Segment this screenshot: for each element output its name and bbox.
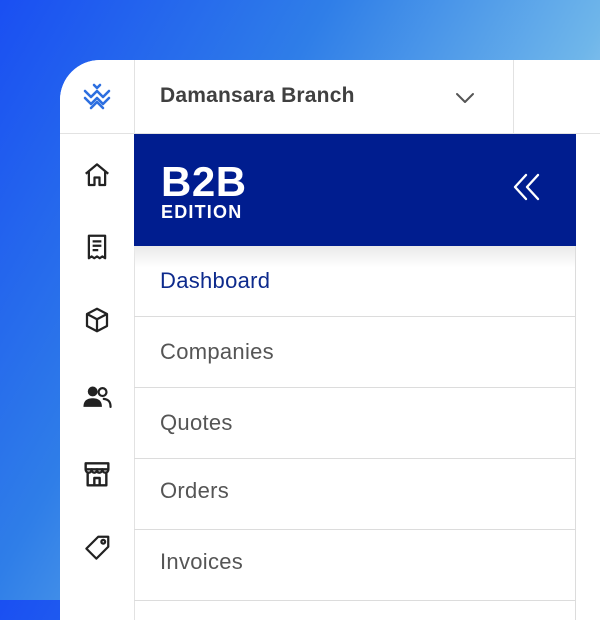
menu-item-label: Companies [160, 339, 274, 364]
menu-item-companies[interactable]: Companies [134, 317, 575, 388]
tag-icon[interactable] [60, 528, 134, 568]
menu-item-label: Dashboard [160, 268, 271, 293]
banner-subtitle: EDITION [161, 202, 243, 222]
navigation-menu: Dashboard Companies Quotes Orders Invoic… [134, 246, 576, 620]
menu-item-invoices[interactable]: Invoices [134, 530, 575, 601]
menu-item-label: Quotes [160, 410, 233, 435]
menu-item-label: Invoices [160, 549, 244, 574]
branch-selector[interactable]: Damansara Branch [134, 60, 514, 134]
users-icon[interactable] [60, 377, 134, 417]
box-icon[interactable] [60, 300, 134, 340]
chevron-down-icon [454, 87, 476, 114]
menu-item-quotes[interactable]: Quotes [134, 388, 575, 459]
topbar-empty-area [514, 60, 600, 134]
icon-rail [60, 60, 135, 620]
home-icon[interactable] [60, 155, 134, 195]
double-chevron-left-icon[interactable] [510, 170, 544, 209]
app-window: Damansara Branch B2B EDITION Dashboard C… [60, 60, 600, 620]
menu-item-dashboard[interactable]: Dashboard [134, 246, 575, 317]
menu-item-orders[interactable]: Orders [134, 459, 575, 530]
receipt-icon[interactable] [60, 227, 134, 267]
banner-title: B2B [161, 158, 247, 205]
edition-banner: B2B EDITION [134, 134, 576, 246]
brand-logo-icon[interactable] [60, 60, 134, 134]
branch-name: Damansara Branch [160, 84, 355, 107]
store-icon[interactable] [60, 454, 134, 494]
menu-item-label: Orders [160, 478, 230, 503]
